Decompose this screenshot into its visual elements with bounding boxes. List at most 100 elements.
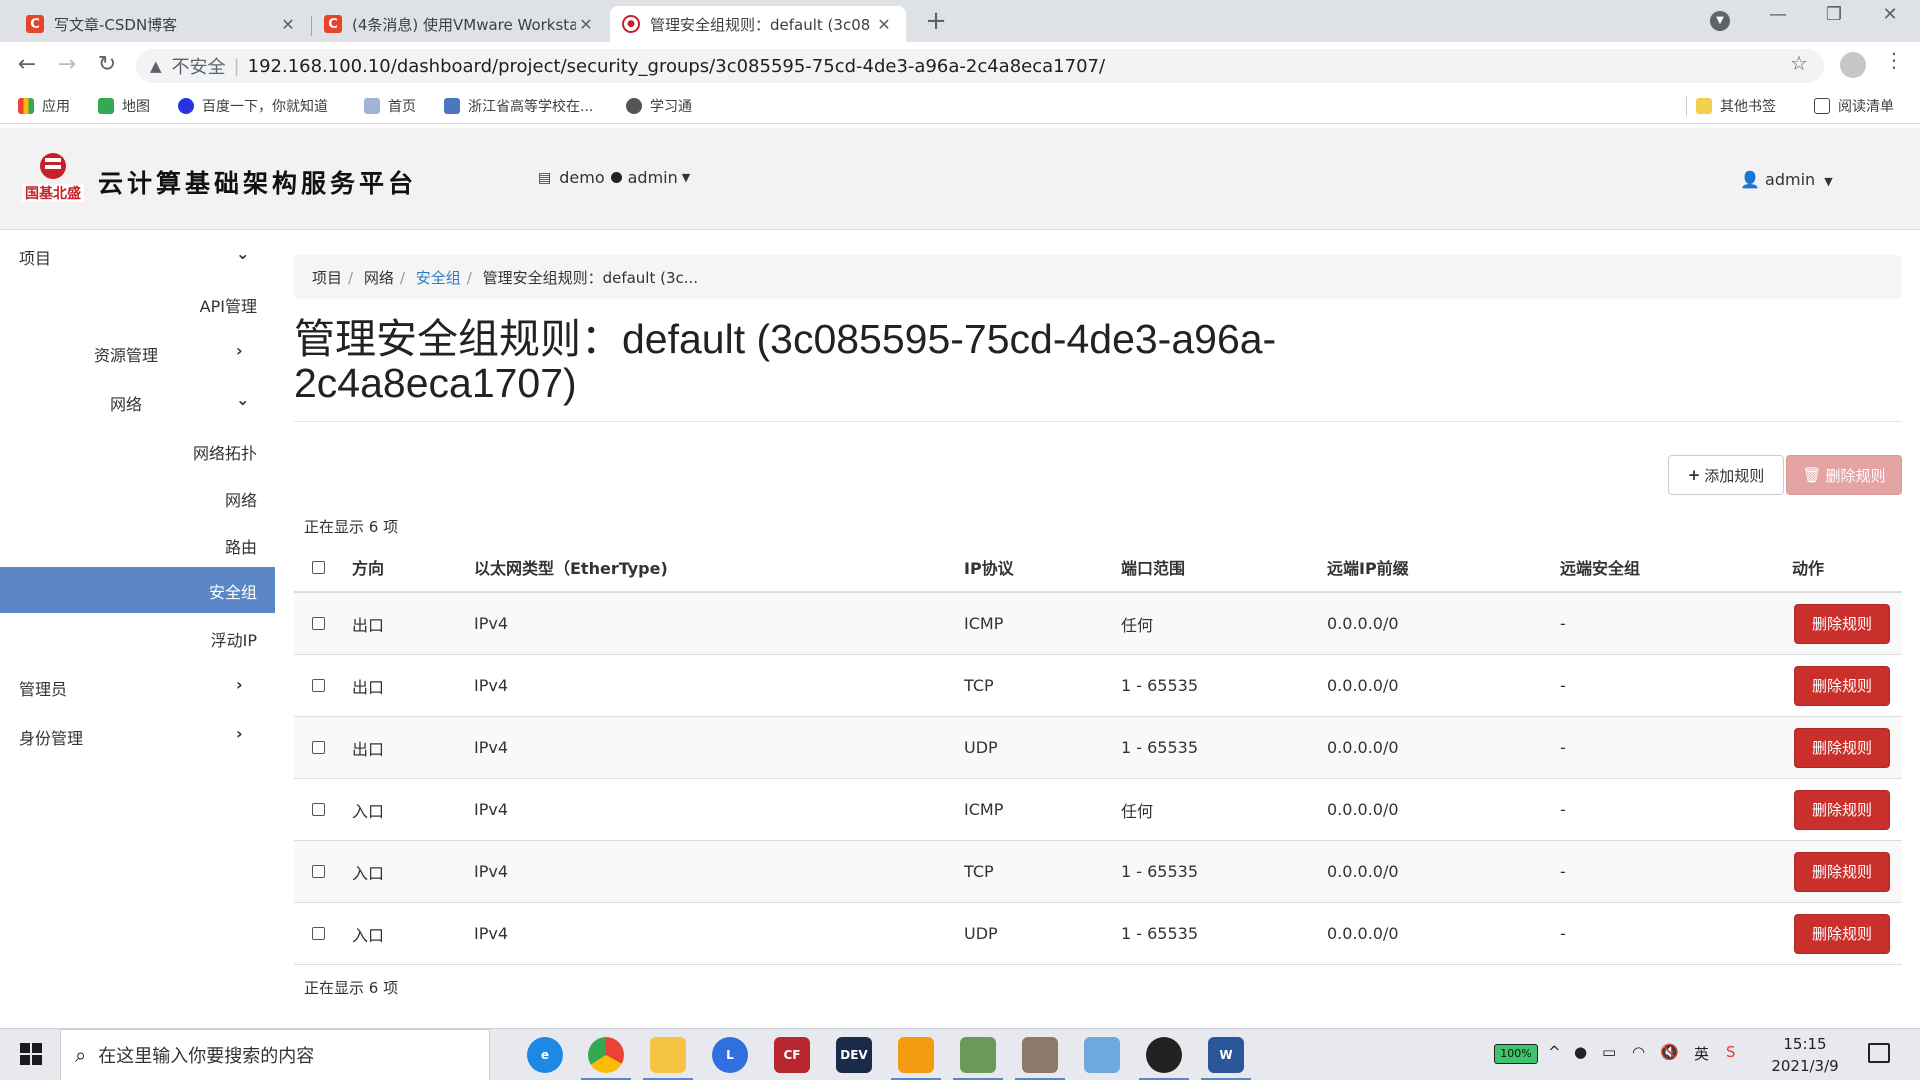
select-all-checkbox[interactable]	[312, 543, 325, 591]
browser-tab-csdn-vmware[interactable]: C (4条消息) 使用VMware Worksta ✕	[312, 6, 608, 42]
notification-center-icon[interactable]	[1868, 1043, 1890, 1063]
delete-rules-button[interactable]: 🗑 删除规则	[1786, 455, 1902, 495]
xshell-icon[interactable]	[960, 1037, 996, 1073]
ime-indicator[interactable]: 英	[1694, 1043, 1709, 1064]
edge-icon[interactable]: e	[527, 1037, 563, 1073]
sidebar-item-identity[interactable]: 身份管理 ›	[0, 713, 275, 757]
cf-app-icon[interactable]: CF	[774, 1037, 810, 1073]
battery-icon[interactable]: 100%	[1494, 1044, 1538, 1064]
profile-avatar-icon[interactable]	[1840, 52, 1866, 78]
browser-menu-icon[interactable]: ⋮	[1884, 48, 1904, 72]
browser-tab-csdn-write[interactable]: C 写文章-CSDN博客 ✕	[14, 6, 310, 42]
tab-search-icon[interactable]: ▼	[1710, 11, 1730, 31]
bookmark-apps[interactable]: 应用	[18, 96, 70, 116]
bookmark-xuexitong[interactable]: 学习通	[626, 96, 692, 116]
bookmark-reading-list[interactable]: 阅读清单	[1814, 96, 1894, 116]
row-checkbox[interactable]	[312, 903, 325, 964]
breadcrumb-project: 项目	[312, 269, 343, 287]
project-switcher[interactable]: ▤ demo admin ▼	[538, 168, 690, 187]
bookmark-other[interactable]: 其他书签	[1696, 96, 1776, 116]
column-port-range[interactable]: 端口范围	[1121, 543, 1185, 591]
cell-remote-group: -	[1560, 738, 1566, 757]
browser-tab-security-group[interactable]: ● 管理安全组规则：default (3c08 ✕	[610, 6, 906, 42]
lark-icon[interactable]: L	[712, 1037, 748, 1073]
word-icon[interactable]: W	[1208, 1037, 1244, 1073]
dev-cpp-icon[interactable]: DEV	[836, 1037, 872, 1073]
speaker-muted-icon[interactable]: 🔇	[1660, 1043, 1679, 1061]
sogou-icon[interactable]: S	[1726, 1043, 1736, 1061]
bookmark-maps[interactable]: 地图	[98, 96, 150, 116]
sidebar-item-api[interactable]: API管理	[0, 281, 275, 325]
sidebar-item-admin[interactable]: 管理员 ›	[0, 664, 275, 708]
page-title: 管理安全组规则：default (3c085595-75cd-4de3-a96a…	[294, 316, 1277, 406]
sidebar-item-resources[interactable]: 资源管理 ›	[0, 330, 275, 374]
forward-arrow-icon[interactable]: →	[52, 50, 82, 80]
close-tab-icon[interactable]: ✕	[278, 15, 298, 34]
breadcrumb-security-groups-link[interactable]: 安全组	[416, 269, 461, 287]
cell-direction: 入口	[352, 863, 385, 883]
clock-time: 15:15	[1783, 1035, 1827, 1053]
windows-start-icon[interactable]	[20, 1043, 42, 1065]
bookmark-home[interactable]: 首页	[364, 96, 416, 116]
reload-icon[interactable]: ↻	[92, 50, 122, 80]
wifi-icon[interactable]: ◠	[1632, 1043, 1645, 1061]
sidebar-item-project[interactable]: 项目 ⌄	[0, 233, 275, 277]
column-remote-ip[interactable]: 远端IP前缀	[1327, 543, 1409, 591]
row-checkbox[interactable]	[312, 593, 325, 654]
bookmark-zhejiang[interactable]: 浙江省高等学校在...	[444, 96, 593, 116]
close-window-icon[interactable]: ✕	[1870, 4, 1910, 25]
terminal-app-icon[interactable]	[1022, 1037, 1058, 1073]
address-bar[interactable]: ▲ 不安全 | 192.168.100.10/dashboard/project…	[136, 49, 1824, 83]
row-checkbox[interactable]	[312, 655, 325, 716]
column-direction[interactable]: 方向	[352, 543, 384, 591]
new-tab-plus-icon[interactable]: +	[922, 8, 950, 36]
warning-triangle-icon[interactable]: ▲	[150, 57, 162, 75]
delete-rule-button[interactable]: 删除规则	[1794, 665, 1890, 706]
delete-rule-button[interactable]: 删除规则	[1794, 789, 1890, 830]
url-text[interactable]: 192.168.100.10/dashboard/project/securit…	[248, 56, 1105, 77]
notepad-icon[interactable]	[1084, 1037, 1120, 1073]
delete-rule-button[interactable]: 删除规则	[1794, 851, 1890, 892]
sidebar-item-networks[interactable]: 网络	[0, 475, 275, 519]
row-checkbox[interactable]	[312, 717, 325, 778]
column-ethertype[interactable]: 以太网类型（EtherType)	[474, 543, 668, 591]
file-explorer-icon[interactable]	[650, 1037, 686, 1073]
sidebar-item-security-groups[interactable]: 安全组	[0, 567, 275, 613]
system-clock[interactable]: 15:15 2021/3/9	[1770, 1033, 1840, 1077]
table-row: 出口 IPv4 ICMP 任何 0.0.0.0/0 - 删除规则	[294, 593, 1902, 655]
add-rule-button[interactable]: + 添加规则	[1668, 455, 1784, 495]
bookmark-baidu[interactable]: 百度一下，你就知道	[178, 96, 328, 116]
chevron-right-icon: ›	[236, 341, 243, 360]
show-hidden-icons-icon[interactable]: ^	[1548, 1043, 1561, 1061]
qq-icon[interactable]	[1146, 1037, 1182, 1073]
column-remote-group[interactable]: 远端安全组	[1560, 543, 1640, 591]
delete-rule-button[interactable]: 删除规则	[1794, 727, 1890, 768]
sidebar-item-routers[interactable]: 路由	[0, 522, 275, 566]
insecure-label[interactable]: 不安全	[172, 53, 226, 79]
chrome-icon[interactable]	[588, 1037, 624, 1073]
column-protocol[interactable]: IP协议	[964, 543, 1014, 591]
battery-tray-icon[interactable]: ▭	[1602, 1043, 1616, 1061]
cell-remote-ip: 0.0.0.0/0	[1327, 738, 1399, 757]
minimize-icon[interactable]: —	[1758, 4, 1798, 25]
row-checkbox[interactable]	[312, 841, 325, 902]
sidebar-item-network-group[interactable]: 网络 ⌄	[0, 379, 275, 423]
logo-icon[interactable]: 国基北盛	[18, 146, 88, 208]
sidebar-item-floating-ips[interactable]: 浮动IP	[0, 615, 275, 659]
restore-icon[interactable]: ❐	[1814, 4, 1854, 25]
user-menu[interactable]: 👤 admin ▼	[1740, 170, 1833, 189]
cell-ethertype: IPv4	[474, 924, 509, 943]
vmware-icon[interactable]	[898, 1037, 934, 1073]
cell-port-range: 1 - 65535	[1121, 924, 1199, 943]
close-tab-icon[interactable]: ✕	[576, 15, 596, 34]
delete-rule-button[interactable]: 删除规则	[1794, 603, 1890, 644]
taskbar-search-input[interactable]: ⌕ 在这里输入你要搜索的内容	[60, 1029, 490, 1080]
qq-tray-icon[interactable]: ●	[1574, 1043, 1587, 1061]
delete-rule-button[interactable]: 删除规则	[1794, 913, 1890, 954]
close-tab-icon[interactable]: ✕	[874, 15, 894, 34]
sidebar-item-network-topology[interactable]: 网络拓扑	[0, 428, 275, 472]
item-count-bottom: 正在显示 6 项	[304, 979, 399, 997]
back-arrow-icon[interactable]: ←	[12, 50, 42, 80]
bookmark-star-icon[interactable]: ☆	[1790, 51, 1808, 75]
row-checkbox[interactable]	[312, 779, 325, 840]
